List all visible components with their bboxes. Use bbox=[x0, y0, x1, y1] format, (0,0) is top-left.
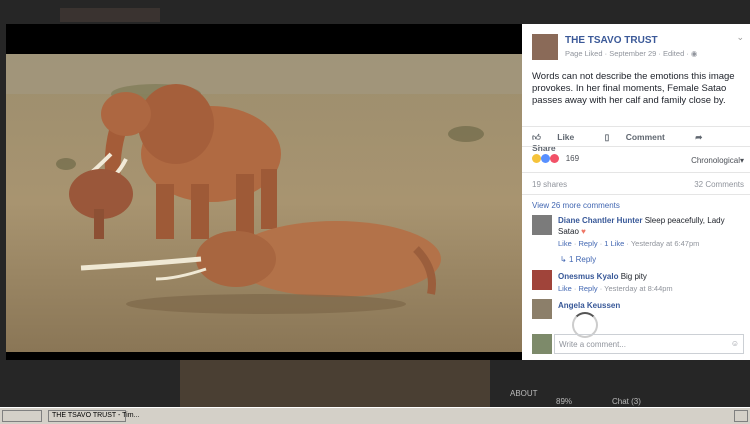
comment-reply-link[interactable]: Reply bbox=[578, 284, 597, 293]
write-comment-input[interactable]: Write a comment... ☺ bbox=[554, 334, 744, 354]
post-panel: THE TSAVO TRUST Page Liked · September 2… bbox=[522, 24, 750, 360]
emoji-icon[interactable]: ☺ bbox=[731, 339, 739, 348]
globe-icon: ◉ bbox=[690, 49, 698, 58]
current-user-avatar bbox=[532, 334, 552, 354]
divider bbox=[522, 126, 750, 127]
caret-down-icon: ▾ bbox=[739, 156, 744, 165]
elephant-photo bbox=[6, 54, 522, 352]
photo-viewer[interactable] bbox=[6, 24, 522, 360]
comment-time: Yesterday at 8:44pm bbox=[604, 284, 673, 293]
comment-like-link[interactable]: Like bbox=[558, 239, 572, 248]
post-meta-text: Page Liked · September 29 · Edited · bbox=[565, 49, 691, 58]
comment-like-link[interactable]: Like bbox=[558, 284, 572, 293]
share-arrow-icon: ➦ bbox=[695, 132, 703, 142]
background-pct: 89% bbox=[556, 397, 573, 406]
elephant-heart-emoji-icon: ♥ bbox=[581, 227, 586, 236]
chat-label[interactable]: Chat (3) bbox=[612, 397, 641, 406]
like-button[interactable]: 👍︎ Like bbox=[532, 132, 588, 142]
view-replies-link[interactable]: ↳ 1 Reply bbox=[560, 255, 596, 264]
comment-body: Big pity bbox=[618, 272, 647, 281]
comment-meta: Like · Reply · 1 Like · Yesterday at 6:4… bbox=[558, 239, 700, 248]
like-label: Like bbox=[557, 132, 575, 142]
comment-sort-dropdown[interactable]: Chronological▾ bbox=[691, 156, 744, 165]
post-meta: Page Liked · September 29 · Edited · ◉ bbox=[565, 49, 697, 58]
system-tray[interactable] bbox=[734, 410, 748, 422]
comment-text: Angela Keussen bbox=[558, 300, 620, 311]
taskbar: THE TSAVO TRUST - Tim... bbox=[0, 407, 750, 424]
background-header-strip bbox=[60, 8, 160, 22]
comments-count[interactable]: 32 Comments bbox=[694, 180, 744, 189]
comment-text: Diane Chantler Hunter Sleep peacefully, … bbox=[558, 215, 744, 237]
commenter-name[interactable]: Onesmus Kyalo bbox=[558, 272, 618, 281]
commenter-name[interactable]: Angela Keussen bbox=[558, 301, 620, 310]
like-reaction-icon bbox=[541, 154, 551, 164]
options-chevron-icon[interactable]: ⌄ bbox=[736, 32, 744, 43]
comment-label: Comment bbox=[625, 132, 665, 142]
comment-likes-count[interactable]: 1 Like bbox=[604, 239, 624, 248]
shares-count[interactable]: 19 shares bbox=[532, 180, 567, 189]
page-avatar[interactable] bbox=[532, 34, 558, 60]
reaction-count: 169 bbox=[565, 154, 580, 163]
commenter-avatar[interactable] bbox=[532, 299, 552, 319]
sad-reaction-icon bbox=[532, 154, 541, 164]
browser-window-task[interactable]: THE TSAVO TRUST - Tim... bbox=[48, 410, 139, 422]
post-actions: 👍︎ Like ▯ Comment ➦ Share bbox=[532, 132, 750, 153]
comment-reply-link[interactable]: Reply bbox=[578, 239, 597, 248]
sort-label: Chronological bbox=[691, 156, 740, 165]
background-photo-strip bbox=[180, 358, 490, 407]
thumbs-up-icon: 👍︎ bbox=[532, 132, 544, 142]
divider bbox=[522, 172, 750, 173]
view-more-comments-link[interactable]: View 26 more comments bbox=[532, 201, 620, 210]
window-title: THE TSAVO TRUST - Tim... bbox=[52, 412, 140, 419]
reply-arrow-icon: ↳ bbox=[560, 255, 569, 264]
comment-icon: ▯ bbox=[604, 132, 612, 142]
comment-meta: Like · Reply · Yesterday at 8:44pm bbox=[558, 284, 673, 293]
about-label: ABOUT bbox=[510, 389, 538, 398]
comment-text: Onesmus Kyalo Big pity bbox=[558, 271, 647, 282]
love-reaction-icon bbox=[550, 154, 560, 164]
quick-launch-icons[interactable] bbox=[2, 410, 42, 422]
comment-button[interactable]: ▯ Comment bbox=[605, 132, 679, 142]
replies-label: 1 Reply bbox=[568, 255, 597, 264]
comment-time: Yesterday at 6:47pm bbox=[630, 239, 700, 248]
commenter-avatar[interactable] bbox=[532, 270, 552, 290]
divider bbox=[522, 194, 750, 195]
commenter-avatar[interactable] bbox=[532, 215, 552, 235]
write-placeholder: Write a comment... bbox=[559, 340, 626, 349]
post-text: Words can not describe the emotions this… bbox=[532, 71, 735, 106]
divider bbox=[522, 146, 750, 147]
page-name-link[interactable]: THE TSAVO TRUST bbox=[565, 35, 658, 46]
reactions-summary[interactable]: 169 bbox=[532, 154, 580, 164]
share-label: Share bbox=[532, 143, 556, 153]
commenter-name[interactable]: Diane Chantler Hunter bbox=[558, 216, 642, 225]
